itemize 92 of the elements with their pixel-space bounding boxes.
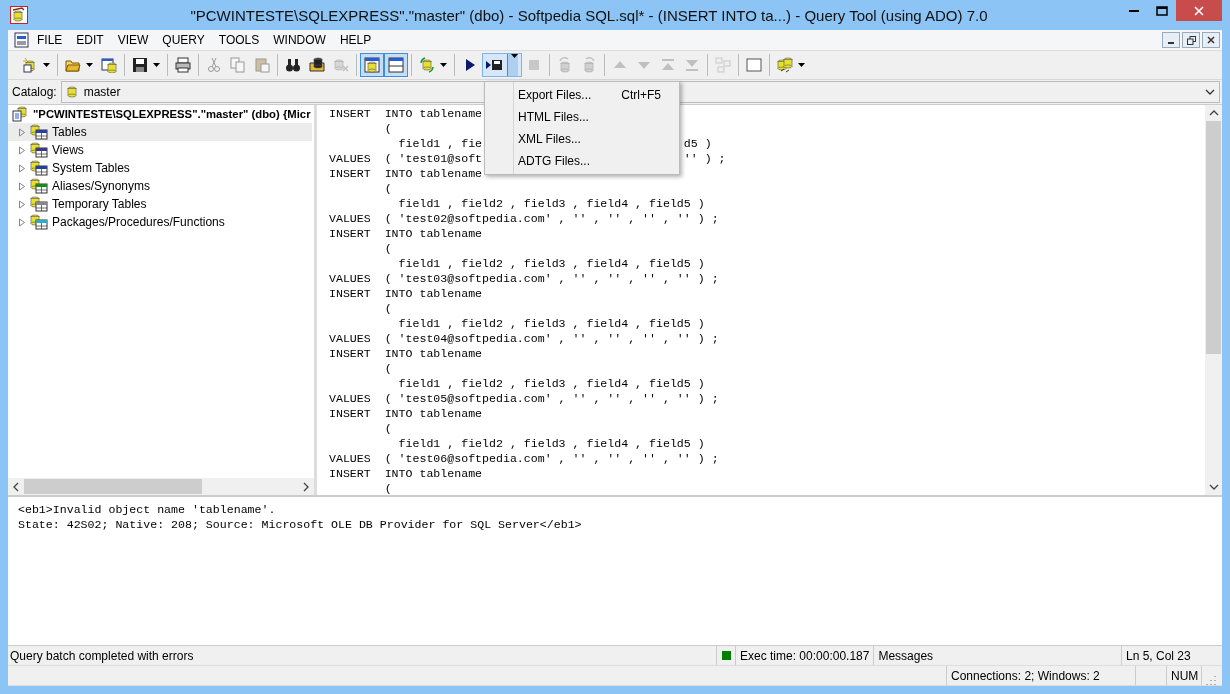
scrollbar-thumb[interactable] [24, 479, 203, 494]
menu-item[interactable]: HELP [332, 33, 379, 47]
code-line: VALUES ( 'test03@softpedia.com' , '' , '' , '' , '' ) ; [329, 272, 719, 287]
code-line: d5 ) [683, 137, 712, 152]
code-line: field1 , field2 , field3 , field4 , field5 ) [397, 317, 705, 332]
code-line: VALUES ( 'test01@soft [329, 152, 483, 167]
vertical-scrollbar[interactable] [1205, 105, 1222, 495]
status-pane-label: Messages [873, 646, 1121, 665]
menu-item[interactable]: TOOLS [211, 33, 267, 47]
menu-item[interactable]: XML Files... [485, 128, 679, 150]
code-line: VALUES ( 'test06@softpedia.com' , '' , '' , '' , '' ) ; [329, 452, 719, 467]
close-icon [1194, 5, 1204, 16]
connections-count: Connections: 2; Windows: 2 [946, 666, 1135, 685]
minimize-button[interactable] [1162, 32, 1180, 48]
num-lock-indicator: NUM [1166, 666, 1201, 685]
code-line: ( [383, 362, 392, 377]
code-line: field1 , field2 , field3 , field4 , field5 ) [397, 377, 705, 392]
tree-item[interactable]: Temporary Tables [8, 195, 312, 213]
scrollbar-thumb[interactable] [1206, 121, 1221, 354]
menu-item[interactable]: ADTG Files... [485, 150, 679, 172]
tree-root-label[interactable]: "PCWINTESTE\SQLEXPRESS"."master" (dbo) {Micr [33, 108, 311, 120]
database-icon [65, 85, 78, 99]
tree-item[interactable]: Aliases/Synonyms [8, 177, 312, 195]
expand-triangle-icon[interactable] [18, 145, 26, 155]
close-button[interactable] [1202, 32, 1220, 48]
code-line: field1 , fie [397, 137, 483, 152]
status-indicator [721, 651, 731, 660]
menu-item[interactable]: FILE [30, 33, 70, 47]
database-table-icon [30, 196, 48, 212]
code-line: INSERT INTO tablename [329, 407, 483, 422]
database-table-icon [30, 142, 48, 158]
code-line: INSERT INTO tablename [329, 347, 483, 362]
toolbar-button[interactable] [482, 53, 522, 77]
code-line: ( [383, 122, 392, 137]
code-line: field1 , field2 , field3 , field4 , field5 ) [397, 257, 705, 272]
database-table-icon [30, 124, 48, 140]
maximize-icon [1156, 5, 1168, 16]
code-line: ( [383, 302, 392, 317]
expand-triangle-icon[interactable] [18, 127, 26, 137]
cursor-position: Ln 5, Col 23 [1121, 646, 1222, 665]
menu-item[interactable]: WINDOW [266, 33, 333, 47]
app-icon [10, 6, 28, 24]
close-icon [1207, 36, 1215, 44]
message-line: State: 42S02; Native: 208; Source: Microsoft OLE DB Provider for SQL Server</eb1> [18, 518, 583, 533]
database-table-icon [30, 160, 48, 176]
tree-item[interactable]: System Tables [8, 159, 312, 177]
horizontal-scrollbar[interactable] [8, 478, 314, 495]
status-message: Query batch completed with errors [9, 647, 195, 665]
scroll-left-icon[interactable] [12, 481, 20, 492]
code-line: ( [383, 422, 392, 437]
menu-item[interactable]: QUERY [155, 33, 212, 47]
code-line: INSERT INTO tablename [329, 287, 483, 302]
expand-triangle-icon[interactable] [18, 217, 26, 227]
menu-item[interactable]: Export Files... Ctrl+F5 [485, 84, 679, 106]
code-line: INSERT INTO tablename [329, 167, 483, 182]
message-line: <eb1>Invalid object name 'tablename'. [18, 503, 277, 518]
code-line: field1 , field2 , field3 , field4 , field5 ) [397, 197, 705, 212]
expand-triangle-icon[interactable] [18, 199, 26, 209]
code-line: INSERT INTO tablename [329, 467, 483, 482]
menu-item[interactable]: EDIT [69, 33, 111, 47]
menu-item[interactable]: HTML Files... [485, 106, 679, 128]
scroll-down-icon[interactable] [1208, 483, 1219, 491]
code-line: field1 , field2 , field3 , field4 , field5 ) [397, 437, 705, 452]
tree-item[interactable]: Views [8, 141, 312, 159]
expand-triangle-icon[interactable] [18, 181, 26, 191]
window-title: "PCWINTESTE\SQLEXPRESS"."master" (dbo) - Softpedia SQL.sql* - (INSERT INTO ta...) - Query Tool (using ADO) 7.0 [189, 6, 989, 24]
chevron-down-icon [1205, 89, 1215, 95]
scroll-right-icon[interactable] [302, 481, 310, 492]
code-line: VALUES ( 'test02@softpedia.com' , '' , '' , '' , '' ) ; [329, 212, 719, 227]
restore-button[interactable] [1182, 32, 1200, 48]
database-table-icon [30, 214, 48, 230]
database-table-icon [30, 178, 48, 194]
exec-time: Exec time: 00:00:00.187 [735, 646, 874, 665]
minimize-icon [1168, 41, 1174, 44]
catalog-label: Catalog: [12, 85, 57, 99]
code-line: INSERT INTO tablename [329, 107, 483, 122]
tree-item[interactable]: Tables [8, 123, 312, 141]
sql-editor[interactable] [317, 105, 1222, 495]
resize-grip-icon[interactable] [1206, 675, 1216, 685]
code-line: VALUES ( 'test04@softpedia.com' , '' , '' , '' , '' ) ; [329, 332, 719, 347]
code-line: '' ) ; [683, 152, 726, 167]
restore-icon [1186, 35, 1196, 45]
code-line: ( [383, 482, 392, 495]
expand-triangle-icon[interactable] [18, 163, 26, 173]
tree-item[interactable]: Packages/Procedures/Functions [8, 213, 312, 231]
code-line: INSERT INTO tablename [329, 227, 483, 242]
menu-item[interactable]: VIEW [110, 33, 156, 47]
code-line: ( [383, 242, 392, 257]
minimize-icon [1129, 9, 1139, 12]
code-line: ( [383, 182, 392, 197]
scroll-up-icon[interactable] [1208, 109, 1219, 117]
code-line: VALUES ( 'test05@softpedia.com' , '' , '' , '' , '' ) ; [329, 392, 719, 407]
